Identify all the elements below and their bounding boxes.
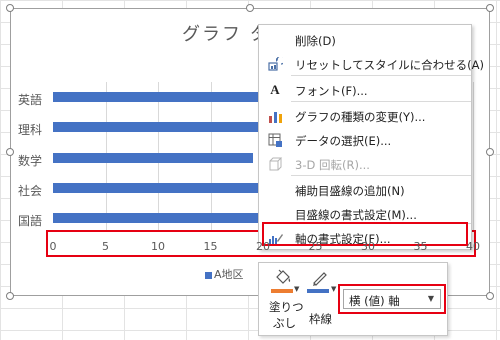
legend-label: A地区 [214, 268, 244, 281]
outline-color-bar [307, 289, 329, 293]
resize-handle-right[interactable] [486, 148, 494, 156]
x-axis-tick-label: 40 [466, 240, 480, 253]
fill-dropdown-arrow-icon[interactable]: ▼ [294, 285, 299, 293]
menu-item-delete[interactable]: 削除(D) [259, 29, 471, 51]
select-data-icon [267, 132, 283, 148]
menu-separator [291, 75, 471, 76]
paint-bucket-icon [274, 269, 294, 291]
pen-outline-icon [310, 269, 330, 291]
outline-button[interactable]: ▼ 枠線 [305, 267, 337, 333]
vertical-gridline [473, 82, 474, 230]
resize-handle-bottom-right[interactable] [486, 292, 494, 300]
resize-handle-top[interactable] [246, 4, 254, 12]
menu-item-reset-style[interactable]: リセットしてスタイルに合わせる(A) [259, 53, 484, 75]
resize-handle-top-right[interactable] [486, 4, 494, 12]
menu-item-change-chart-type[interactable]: グラフの種類の変更(Y)... [259, 105, 471, 127]
x-axis-tick-label: 25 [308, 240, 323, 253]
x-axis-tick-label: 15 [203, 240, 218, 253]
resize-handle-bottom-left[interactable] [6, 292, 14, 300]
outline-label: 枠線 [309, 312, 332, 326]
x-axis-tick-label: 5 [102, 240, 109, 253]
font-icon: A [270, 82, 280, 97]
3d-rotation-icon [267, 156, 283, 172]
y-axis-category-label: 社会 [18, 183, 43, 198]
chart-element-select-highlight: 横 (値) 軸 ▼ [338, 284, 446, 314]
x-axis-tick-label: 20 [256, 240, 270, 253]
fill-color-bar [271, 289, 293, 293]
menu-item-font[interactable]: A フォント(F)... [259, 79, 471, 101]
fill-label-line1: 塗りつ [269, 300, 304, 314]
context-menu: 削除(D) リセットしてスタイルに合わせる(A) A フォント(F)... グラ… [258, 24, 484, 250]
x-axis-tick-label: 10 [151, 240, 165, 253]
y-axis-category-label: 理科 [18, 123, 43, 138]
fill-button[interactable]: ▼ 塗りつ ぶし [263, 267, 304, 333]
menu-item-select-data[interactable]: データの選択(E)... [259, 129, 471, 151]
chart-legend[interactable]: A地区 [205, 266, 244, 282]
menu-separator [291, 101, 471, 102]
chevron-down-icon[interactable]: ▼ [428, 294, 434, 303]
x-axis-tick-label: 35 [413, 240, 428, 253]
reset-style-icon [267, 56, 283, 72]
chart-title[interactable]: グラフ タ [182, 20, 270, 46]
fill-label-line2: ぶし [273, 316, 296, 330]
chart-type-icon [267, 108, 283, 124]
menu-item-3d-rotation: 3-D 回転(R)... [259, 153, 471, 175]
chart-element-select-value: 横 (値) 軸 [349, 294, 400, 308]
resize-handle-left[interactable] [6, 148, 14, 156]
outline-dropdown-arrow-icon[interactable]: ▼ [331, 285, 336, 293]
data-bar[interactable] [53, 152, 253, 163]
x-axis-tick-label: 30 [361, 240, 375, 253]
menu-separator [291, 175, 471, 176]
x-axis-tick-label: 0 [49, 240, 57, 253]
legend-swatch-icon [205, 271, 212, 279]
resize-handle-top-left[interactable] [6, 4, 14, 12]
y-axis-category-label: 数学 [18, 153, 43, 168]
y-axis-category-label: 英語 [18, 93, 43, 107]
menu-item-add-minor-gridlines[interactable]: 補助目盛線の追加(N) [259, 179, 471, 201]
chart-element-select[interactable]: 横 (値) 軸 ▼ [343, 289, 441, 309]
y-axis-category-label: 国語 [18, 214, 43, 229]
